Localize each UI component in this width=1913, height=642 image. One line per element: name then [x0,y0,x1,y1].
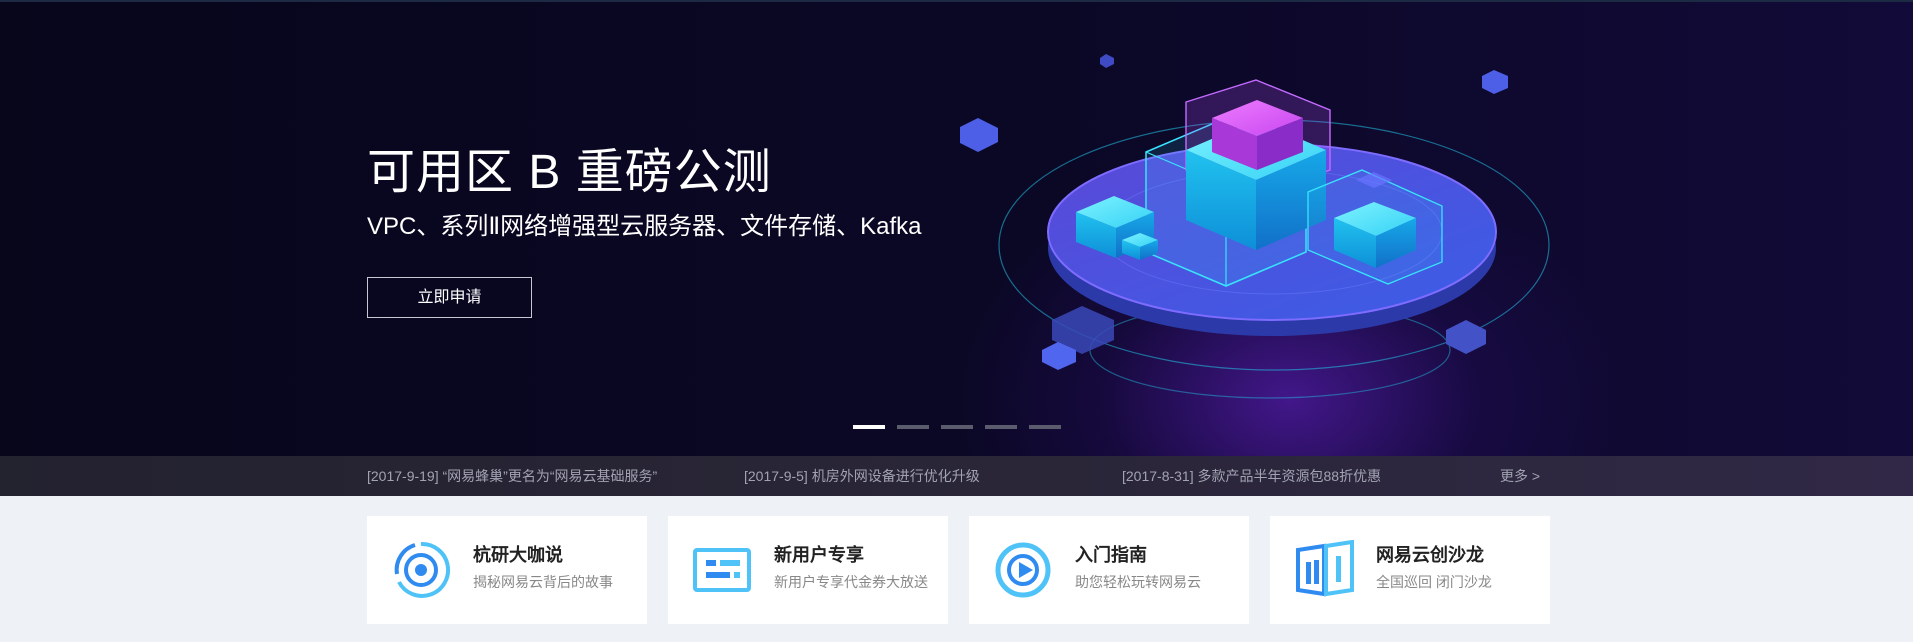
card-desc: 揭秘网易云背后的故事 [473,574,613,590]
carousel-indicators [853,425,1061,429]
card-salon[interactable]: 网易云创沙龙 全国巡回 闭门沙龙 [1270,516,1550,624]
hero-banner: 可用区 B 重磅公测 VPC、系列Ⅱ网络增强型云服务器、文件存储、Kafka 立… [0,0,1913,456]
target-icon [394,541,451,598]
carousel-dot-2[interactable] [897,425,929,429]
news-item[interactable]: [2017-9-19] “网易蜂巢”更名为“网易云基础服务” [367,456,657,496]
carousel-dot-1[interactable] [853,425,885,429]
card-desc: 助您轻松玩转网易云 [1075,574,1201,590]
news-item[interactable]: [2017-9-5] 机房外网设备进行优化升级 [744,456,980,496]
hero-subtitle: VPC、系列Ⅱ网络增强型云服务器、文件存储、Kafka [367,213,922,240]
carousel-dot-3[interactable] [941,425,973,429]
card-title: 新用户专享 [774,545,864,565]
compass-icon [995,542,1051,598]
card-desc: 新用户专享代金券大放送 [774,574,928,590]
coupon-icon [693,548,751,592]
top-divider [0,0,1913,2]
apply-button[interactable]: 立即申请 [367,277,532,318]
card-title: 网易云创沙龙 [1376,545,1484,565]
card-title: 入门指南 [1075,545,1147,565]
card-title: 杭研大咖说 [473,545,563,565]
news-item[interactable]: [2017-8-31] 多款产品半年资源包88折优惠 [1122,456,1381,496]
card-desc: 全国巡回 闭门沙龙 [1376,574,1492,590]
card-hangyan-talk[interactable]: 杭研大咖说 揭秘网易云背后的故事 [367,516,647,624]
feature-cards: 杭研大咖说 揭秘网易云背后的故事 新用户专享 新用户专享代金券大放送 入门指南 … [367,516,1550,624]
cloud-cubes-illustration [960,54,1550,399]
card-new-user[interactable]: 新用户专享 新用户专享代金券大放送 [668,516,948,624]
carousel-dot-4[interactable] [985,425,1017,429]
book-icon [1296,540,1354,597]
hero-title: 可用区 B 重磅公测 [367,146,772,199]
card-getting-started[interactable]: 入门指南 助您轻松玩转网易云 [969,516,1249,624]
news-bar: [2017-9-19] “网易蜂巢”更名为“网易云基础服务” [2017-9-5… [0,456,1913,496]
carousel-dot-5[interactable] [1029,425,1061,429]
news-more-link[interactable]: 更多 > [1500,456,1540,496]
